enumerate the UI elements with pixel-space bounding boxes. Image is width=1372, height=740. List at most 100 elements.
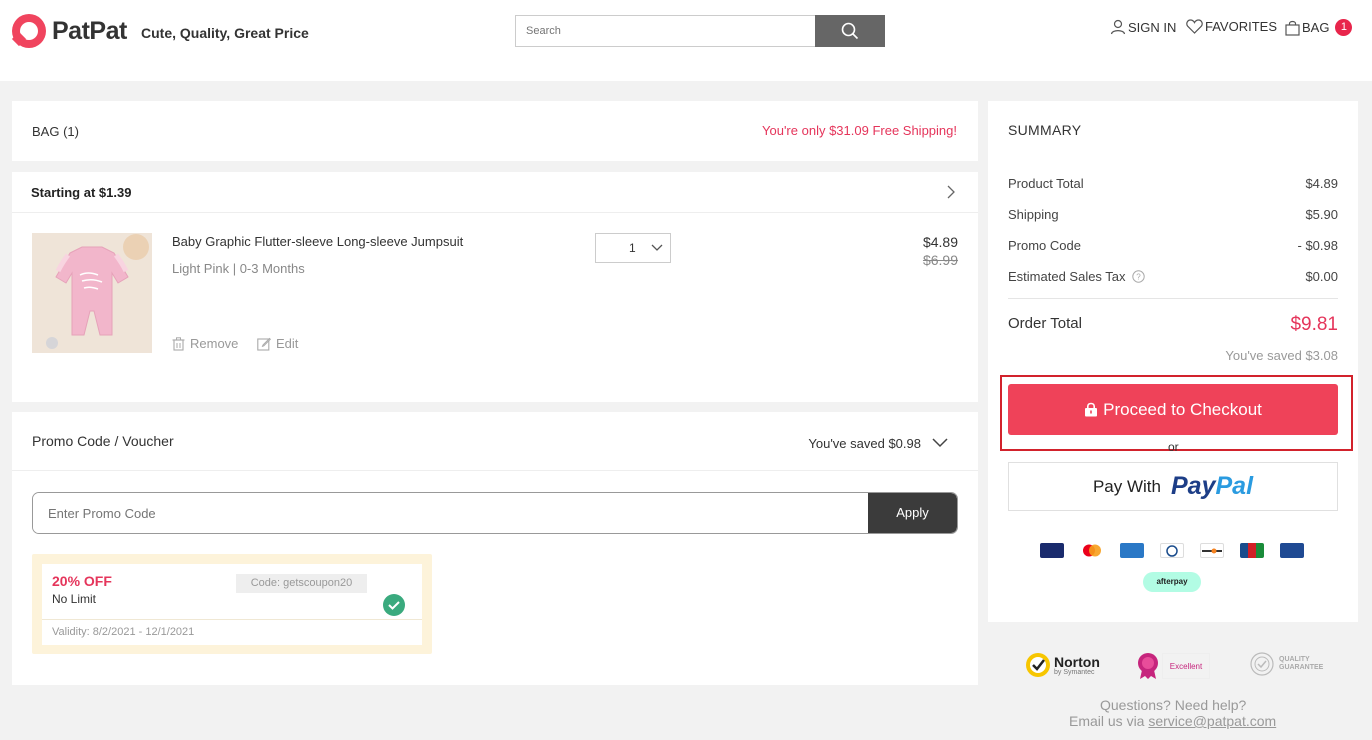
logo-text: PatPat: [52, 16, 127, 45]
divider: [12, 470, 978, 471]
edit-button[interactable]: Edit: [257, 336, 298, 351]
payment-methods: [1040, 543, 1320, 558]
tagline: Cute, Quality, Great Price: [141, 25, 309, 41]
patpat-logo[interactable]: PatPat: [12, 14, 127, 48]
proceed-to-checkout-button[interactable]: Proceed to Checkout: [1008, 384, 1338, 435]
favorites-link[interactable]: FAVORITES: [1186, 19, 1277, 34]
promo-panel: Promo Code / Voucher You've saved $0.98 …: [12, 412, 978, 685]
total-saved-text: You've saved $3.08: [1225, 348, 1338, 363]
promo-code-input[interactable]: [33, 493, 869, 533]
row-value: $0.00: [1305, 269, 1338, 284]
heart-icon: [1186, 19, 1203, 34]
shopping-bag-icon: [1285, 20, 1300, 36]
reseller-ratings-badge: Excellent: [1137, 652, 1210, 680]
row-label: Shipping: [1008, 207, 1059, 222]
row-label: Promo Code: [1008, 238, 1081, 253]
summary-row-promo-code: Promo Code - $0.98: [1008, 238, 1338, 253]
norton-badge: Norton by Symantec: [1025, 652, 1100, 678]
apply-button[interactable]: Apply: [868, 493, 957, 533]
product-variant: Light Pink | 0-3 Months: [172, 261, 305, 276]
discover-icon: [1200, 543, 1224, 558]
favorites-label: FAVORITES: [1205, 19, 1277, 34]
search-icon: [841, 22, 859, 40]
divider: [1008, 298, 1338, 299]
item-original-price: $6.99: [922, 252, 958, 268]
starting-at-label: Starting at $1.39: [31, 185, 132, 200]
coupon-discount: 20% OFF: [52, 573, 112, 589]
chevron-down-icon: [651, 244, 663, 251]
jcb-icon: [1240, 543, 1264, 558]
summary-panel: SUMMARY Product Total $4.89 Shipping $5.…: [988, 101, 1358, 622]
bag-title: BAG (1): [32, 124, 79, 139]
afterpay-badge: afterpay: [1143, 572, 1201, 592]
edit-label: Edit: [276, 336, 299, 351]
coupon-validity: Validity: 8/2/2021 - 12/1/2021: [52, 626, 195, 638]
amex-icon: [1120, 543, 1144, 558]
coupon-body: 20% OFF No Limit Code: getscoupon20 Vali…: [42, 564, 422, 645]
paypal-prefix: Pay With: [1092, 476, 1161, 496]
promotion-row[interactable]: Starting at $1.39: [12, 172, 978, 213]
summary-row-sales-tax: Estimated Sales Tax ? $0.00: [1008, 269, 1338, 284]
help-text: Questions? Need help?: [1100, 697, 1247, 713]
chevron-down-icon[interactable]: [932, 438, 948, 448]
quality-seal-icon: [1250, 652, 1274, 676]
promo-code-field: Apply: [32, 492, 958, 534]
coupon-code: Code: getscoupon20: [236, 574, 367, 593]
visa-icon: [1040, 543, 1064, 558]
chevron-right-icon: [947, 185, 955, 199]
checkout-label: Proceed to Checkout: [1103, 399, 1262, 419]
reseller-label: Excellent: [1162, 653, 1210, 679]
search-input[interactable]: [515, 15, 815, 47]
order-total-value: $9.81: [1290, 314, 1338, 335]
reseller-ribbon-icon: [1138, 653, 1158, 679]
quality-label: QUALITY GUARANTEE: [1279, 655, 1324, 671]
row-label: Estimated Sales Tax: [1008, 269, 1126, 284]
bag-header-panel: BAG (1) You're only $31.09 Free Shipping…: [12, 101, 978, 161]
email-line: Email us via service@patpat.com: [1069, 713, 1276, 729]
coupon-card[interactable]: 20% OFF No Limit Code: getscoupon20 Vali…: [32, 554, 432, 654]
summary-row-product-total: Product Total $4.89: [1008, 176, 1338, 191]
email-prefix: Email us via: [1069, 713, 1149, 729]
remove-button[interactable]: Remove: [172, 336, 238, 351]
bag-link[interactable]: BAG 1: [1285, 19, 1353, 36]
quantity-value: 1: [629, 241, 636, 255]
divider: [42, 619, 422, 620]
jumpsuit-image: [32, 233, 152, 353]
row-label: Product Total: [1008, 176, 1084, 191]
search-button[interactable]: [815, 15, 885, 47]
lock-icon: [1085, 402, 1098, 417]
support-email-link[interactable]: service@patpat.com: [1148, 713, 1276, 729]
site-header: PatPat Cute, Quality, Great Price SIGN I…: [0, 0, 1372, 81]
quality-guarantee-badge: QUALITY GUARANTEE: [1250, 652, 1324, 676]
free-shipping-message: You're only $31.09 Free Shipping!: [762, 123, 957, 138]
summary-title: SUMMARY: [1008, 122, 1082, 138]
or-separator: or: [1168, 440, 1179, 454]
search-bar: [515, 15, 885, 47]
mastercard-icon: [1080, 543, 1104, 558]
help-icon[interactable]: ?: [1131, 270, 1145, 283]
coupon-limit: No Limit: [52, 592, 97, 606]
svg-text:?: ?: [1136, 273, 1141, 282]
row-value: $5.90: [1305, 207, 1338, 222]
trash-icon: [172, 336, 185, 351]
norton-text: Norton by Symantec: [1054, 653, 1100, 676]
logo-icon: [12, 14, 46, 48]
paypal-button[interactable]: Pay With PayPal: [1008, 462, 1338, 511]
edit-icon: [257, 337, 271, 351]
bag-label: BAG: [1302, 20, 1330, 35]
row-value: - $0.98: [1297, 238, 1338, 253]
quantity-select[interactable]: 1: [595, 233, 671, 263]
item-price: $4.89: [922, 234, 958, 250]
sign-in-label: SIGN IN: [1128, 19, 1177, 35]
summary-row-shipping: Shipping $5.90: [1008, 207, 1338, 222]
product-name[interactable]: Baby Graphic Flutter-sleeve Long-sleeve …: [172, 234, 463, 249]
promo-title: Promo Code / Voucher: [32, 433, 174, 449]
product-image[interactable]: [32, 233, 152, 353]
paypal-logo: PayPal: [1171, 472, 1254, 500]
order-total-label: Order Total: [1008, 315, 1082, 332]
user-icon: [1110, 19, 1126, 35]
sign-in-link[interactable]: SIGN IN: [1110, 19, 1176, 35]
promo-saved-text[interactable]: You've saved $0.98: [808, 436, 921, 451]
norton-check-icon: [1026, 653, 1050, 677]
check-icon: [383, 594, 405, 616]
